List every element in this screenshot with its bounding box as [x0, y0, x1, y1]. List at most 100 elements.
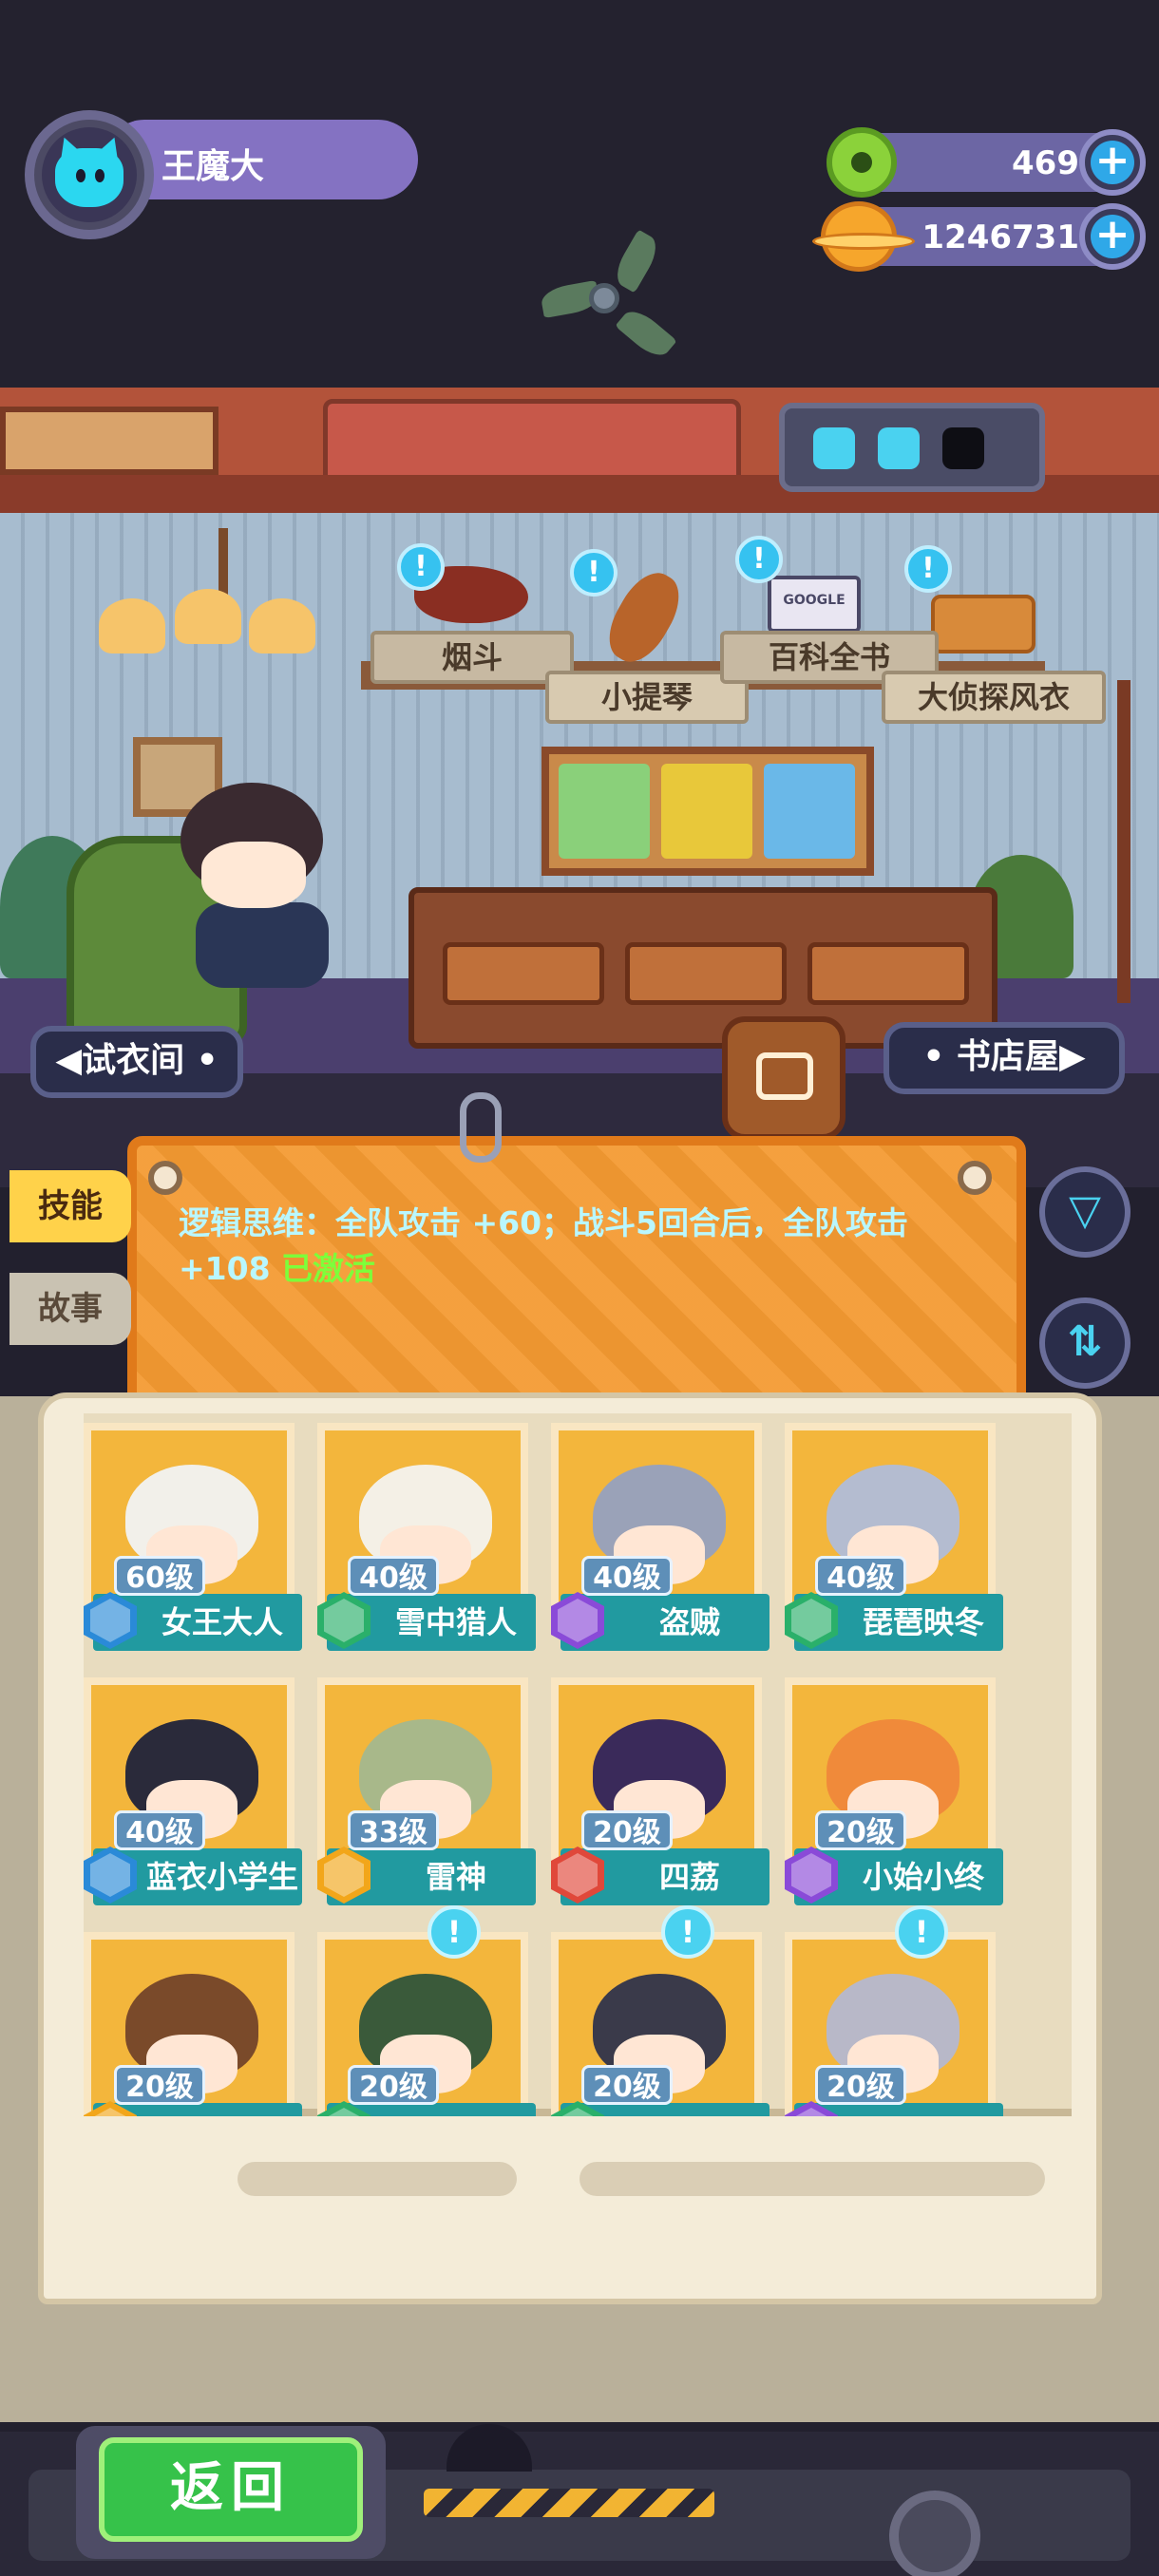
fitting-room-button[interactable]: ◀试衣间 •: [30, 1026, 243, 1098]
bookstore-label: 书店屋: [956, 1037, 1059, 1076]
book-cover-text: GOOGLE: [783, 593, 846, 608]
paper-clip-icon: [460, 1092, 502, 1163]
pin-icon: [958, 1161, 992, 1195]
detective-character[interactable]: [201, 842, 306, 908]
class-icon-inner: [324, 1599, 364, 1642]
shelf-label-detective-coat[interactable]: 大侦探风衣: [882, 671, 1106, 724]
energy-cell-full-icon: [878, 427, 920, 469]
ceiling-fan-icon: [532, 228, 677, 370]
character-level: 20级: [815, 1810, 906, 1850]
blurred-hint-text: [238, 2162, 517, 2196]
class-icon-inner: [90, 1599, 130, 1642]
tab-skill[interactable]: 技能: [10, 1170, 131, 1242]
character-level: 60级: [114, 1556, 205, 1596]
lamp-shade-icon: [99, 598, 165, 653]
character-card[interactable]: 雷神 33级: [317, 1677, 545, 1913]
skill-description: 逻辑思维：全队攻击 +60；战斗5回合后，全队攻击 +108 已激活: [179, 1201, 986, 1292]
character-card[interactable]: 蓝衣小学生 40级: [84, 1677, 312, 1913]
skill-status: 已激活: [281, 1250, 376, 1287]
outfit-icon: [756, 1052, 813, 1100]
character-card[interactable]: 雪中猎人 40级: [317, 1423, 545, 1658]
fan-hub: [589, 283, 619, 313]
encyclopedia-item-icon[interactable]: GOOGLE: [768, 576, 861, 633]
filter-button[interactable]: ▽: [1039, 1166, 1130, 1258]
shelf-label-violin[interactable]: 小提琴: [545, 671, 749, 724]
character-name: 琵琶映冬: [862, 1604, 984, 1640]
character-level: 40级: [114, 1810, 205, 1850]
new-alert-icon[interactable]: !: [904, 545, 952, 593]
class-icon-inner: [791, 1853, 831, 1897]
cat-avatar-icon: [55, 148, 124, 207]
arrow-left-icon: ◀: [55, 1041, 83, 1080]
character-card[interactable]: 女王大人 60级: [84, 1423, 312, 1658]
character-card[interactable]: 小始小终 20级: [785, 1677, 1013, 1913]
planet-gold-icon: [812, 201, 915, 272]
wardrobe-toggle-button[interactable]: [722, 1016, 846, 1140]
character-grid: 女王大人 60级 雪中猎人 40级 盗贼 40级 琵琶映冬 40级 蓝衣小学生 40级 雷神 33级四…: [84, 1413, 1072, 2116]
fitting-room-label: 试衣间: [82, 1041, 185, 1080]
new-alert-icon[interactable]: !: [735, 536, 783, 583]
character-level: 40级: [815, 1556, 906, 1596]
pin-icon: [148, 1161, 182, 1195]
desk-drawer: [808, 942, 969, 1005]
add-donut-button[interactable]: +: [1079, 129, 1146, 196]
new-alert-icon[interactable]: !: [661, 1905, 714, 1959]
character-name: 四荔: [658, 1859, 720, 1895]
character-name: 女王大人: [161, 1604, 283, 1640]
coat-stand: [1117, 680, 1130, 1003]
character-card[interactable]: 四荔 20级: [551, 1677, 779, 1913]
character-name: 盗贼: [658, 1604, 720, 1640]
character-card[interactable]: 盗贼 40级: [551, 1423, 779, 1658]
team-photo: [559, 764, 650, 859]
character-level: 20级: [815, 2065, 906, 2105]
dot-icon: •: [922, 1037, 957, 1076]
tab-story[interactable]: 故事: [10, 1273, 131, 1345]
donut-hole: [851, 152, 872, 173]
character-card[interactable]: 琵琶映冬 40级: [785, 1423, 1013, 1658]
gear-icon: [889, 2491, 980, 2576]
bookstore-button[interactable]: • 书店屋▶: [884, 1022, 1125, 1094]
class-icon-inner: [90, 1853, 130, 1897]
sort-button[interactable]: ⇅: [1039, 1297, 1130, 1389]
avatar[interactable]: [42, 127, 137, 222]
add-gold-button[interactable]: +: [1079, 203, 1146, 270]
hazard-stripe: [424, 2489, 714, 2517]
detective-body: [196, 902, 329, 988]
plus-icon: +: [1091, 214, 1134, 258]
fan-blade: [615, 304, 677, 363]
detective-coat-item-icon[interactable]: [931, 595, 1036, 653]
photo-showcase: [542, 747, 874, 876]
fan-blade: [610, 229, 663, 294]
class-icon-inner: [558, 1853, 598, 1897]
desk-drawer: [443, 942, 604, 1005]
energy-cell-full-icon: [813, 427, 855, 469]
character-level: 33级: [348, 1810, 439, 1850]
shelf-label-pipe[interactable]: 烟斗: [370, 631, 574, 684]
filter-icon: ▽: [1069, 1186, 1101, 1235]
dot-icon: •: [184, 1041, 218, 1080]
character-level: 20级: [348, 2065, 439, 2105]
shelf-machine: [323, 399, 741, 484]
shelf-vent: [0, 407, 218, 475]
cat-eye-right: [95, 169, 104, 182]
team-photo: [764, 764, 855, 859]
energy-cell-empty-icon: [942, 427, 984, 469]
blurred-hint-text: [580, 2162, 1045, 2196]
character-level: 20级: [581, 1810, 673, 1850]
character-level: 40级: [581, 1556, 673, 1596]
arrow-right-icon: ▶: [1058, 1037, 1086, 1076]
new-alert-icon[interactable]: !: [397, 543, 445, 591]
planet-ring: [812, 233, 915, 250]
character-name: 蓝衣小学生: [145, 1859, 298, 1895]
energy-battery: [779, 403, 1045, 492]
back-button[interactable]: 返回: [99, 2437, 363, 2542]
new-alert-icon[interactable]: !: [895, 1905, 948, 1959]
character-level: 20级: [581, 2065, 673, 2105]
class-icon-inner: [324, 1853, 364, 1897]
desk-drawer: [625, 942, 787, 1005]
new-alert-icon[interactable]: !: [428, 1905, 481, 1959]
new-alert-icon[interactable]: !: [570, 549, 618, 597]
class-icon-inner: [558, 1599, 598, 1642]
donut-coin-icon: [826, 127, 897, 198]
plus-icon: +: [1091, 140, 1134, 184]
